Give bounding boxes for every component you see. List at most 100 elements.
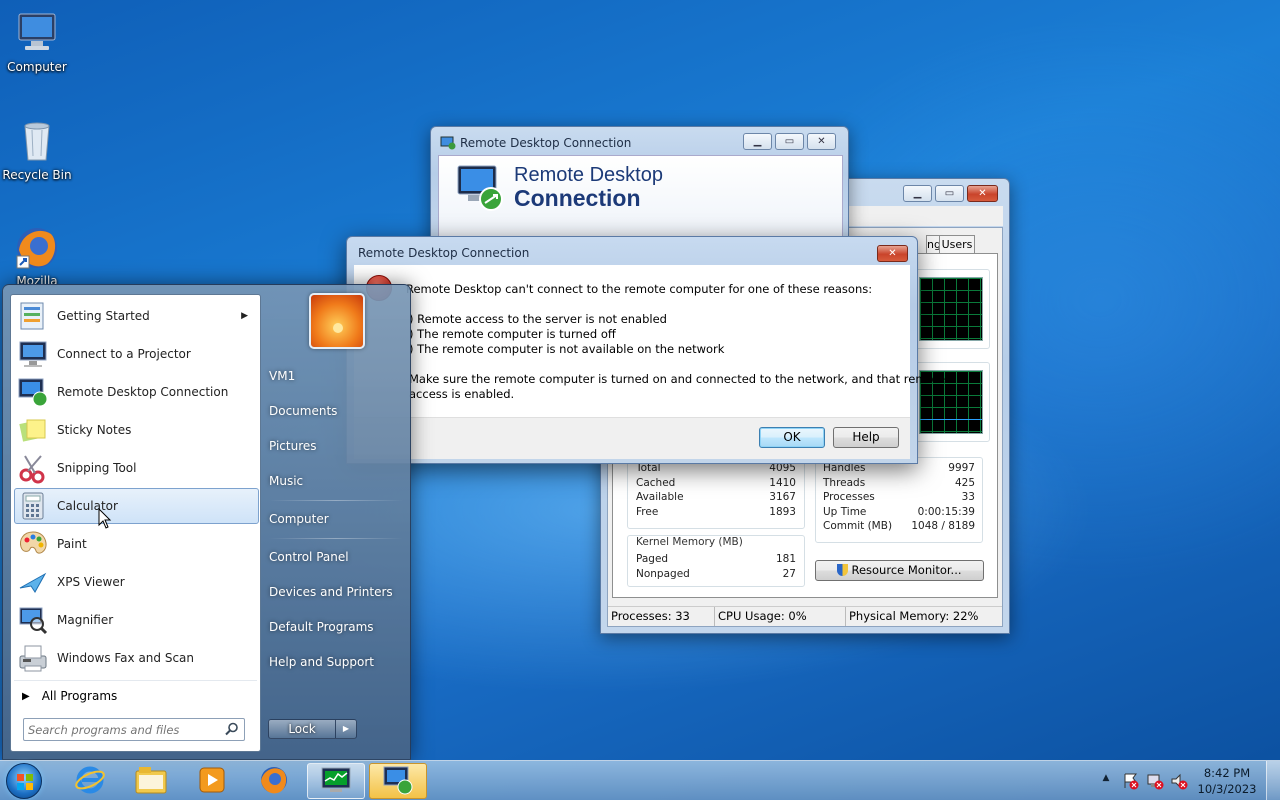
mouse-cursor-icon: [98, 507, 112, 530]
error-message-intro: Remote Desktop can't connect to the remo…: [406, 282, 873, 296]
start-right-separator: [269, 538, 403, 539]
calculator-icon: [17, 490, 49, 522]
start-right-computer[interactable]: Computer: [269, 512, 329, 526]
help-button[interactable]: Help: [833, 427, 899, 448]
volume-icon[interactable]: [1170, 772, 1188, 790]
start-search-box[interactable]: [23, 718, 245, 741]
network-icon[interactable]: [1146, 772, 1164, 790]
close-button[interactable]: ✕: [807, 133, 836, 150]
minimize-icon: ▁: [913, 188, 922, 199]
lock-options-button[interactable]: ▶: [336, 719, 357, 739]
resource-monitor-label: Resource Monitor...: [851, 563, 962, 577]
close-icon: ✕: [817, 136, 826, 147]
rdc-window: Remote Desktop Connection ▁ ▭ ✕ Remote D…: [430, 126, 849, 244]
stat-row: Available 3167: [636, 491, 796, 503]
start-right-documents[interactable]: Documents: [269, 404, 337, 418]
minimize-button[interactable]: ▁: [903, 185, 932, 202]
stat-row: Cached 1410: [636, 476, 796, 489]
paint-palette-icon: [17, 528, 49, 560]
search-icon[interactable]: [225, 722, 239, 736]
tab-users[interactable]: Users: [939, 235, 975, 253]
start-right-devices[interactable]: Devices and Printers: [269, 585, 393, 599]
desktop-icon-recycle-bin[interactable]: Recycle Bin: [0, 116, 75, 182]
lock-label: Lock: [288, 722, 316, 736]
tray-clock[interactable]: 8:42 PM 10/3/2023: [1194, 765, 1260, 797]
desktop-icon-label: Recycle Bin: [2, 168, 72, 182]
flower-icon: [333, 323, 343, 333]
error-advice-line2: access is enabled.: [409, 387, 515, 401]
rdc-window-small-icon: [440, 136, 456, 150]
ok-button[interactable]: OK: [759, 427, 825, 448]
remote-desktop-icon: [382, 765, 414, 798]
program-fax-scan[interactable]: Windows Fax and Scan: [14, 640, 259, 676]
all-programs-button[interactable]: ▶ All Programs: [14, 683, 259, 709]
program-sticky-notes[interactable]: Sticky Notes: [14, 412, 259, 448]
show-desktop-button[interactable]: [1266, 761, 1280, 800]
show-hidden-icons-button[interactable]: ▲: [1100, 773, 1112, 787]
program-snipping-tool[interactable]: Snipping Tool: [14, 450, 259, 486]
program-remote-desktop[interactable]: Remote Desktop Connection: [14, 374, 259, 410]
start-menu-separator: [14, 680, 257, 681]
taskbar-ie-button[interactable]: [61, 763, 119, 799]
user-picture[interactable]: [309, 293, 365, 349]
close-button[interactable]: ✕: [967, 185, 998, 202]
desktop-icon-firefox[interactable]: Mozilla: [0, 222, 75, 288]
all-programs-label: All Programs: [41, 689, 118, 703]
program-magnifier[interactable]: Magnifier: [14, 602, 259, 638]
submenu-arrow-icon: ▶: [241, 311, 248, 321]
kernel-memory-group: Kernel Memory (MB) Paged 181 Nonpaged 27: [627, 535, 805, 587]
stat-row: Nonpaged 27: [636, 567, 796, 580]
rdc-banner-line1: Remote Desktop: [514, 164, 663, 186]
start-right-music[interactable]: Music: [269, 474, 303, 488]
start-right-default-programs[interactable]: Default Programs: [269, 620, 374, 634]
desktop-icon-computer[interactable]: Computer: [0, 8, 75, 74]
start-search-input[interactable]: [28, 721, 218, 738]
lock-button[interactable]: Lock: [268, 719, 336, 739]
error-dialog-title: Remote Desktop Connection: [358, 246, 530, 260]
maximize-button[interactable]: ▭: [775, 133, 804, 150]
action-center-icon[interactable]: [1122, 772, 1140, 790]
program-connect-projector[interactable]: Connect to a Projector: [14, 336, 259, 372]
program-calculator[interactable]: Calculator: [14, 488, 259, 524]
taskbar-explorer-button[interactable]: [122, 763, 180, 799]
tab-networking[interactable]: ng: [926, 235, 941, 253]
task-manager-icon: [320, 766, 352, 797]
taskbar-rdc-button[interactable]: [369, 763, 427, 799]
kernel-memory-title: Kernel Memory (MB): [636, 536, 743, 548]
program-label: Sticky Notes: [57, 423, 132, 437]
start-right-user[interactable]: VM1: [269, 369, 295, 383]
clock-time: 8:42 PM: [1203, 766, 1251, 780]
taskbar-media-player-button[interactable]: [183, 763, 241, 799]
program-xps-viewer[interactable]: XPS Viewer: [14, 564, 259, 600]
internet-explorer-icon: [74, 764, 106, 799]
program-paint[interactable]: Paint: [14, 526, 259, 562]
media-player-icon: [197, 765, 227, 798]
start-right-separator: [269, 500, 403, 501]
error-dialog-body: Remote Desktop can't connect to the remo…: [354, 265, 945, 417]
program-getting-started[interactable]: Getting Started ▶: [14, 298, 259, 334]
stat-row: Processes 33: [823, 491, 975, 503]
system-group: Handles 9997 Threads 425 Processes 33 Up Ti…: [815, 457, 983, 543]
taskbar-firefox-button[interactable]: [245, 763, 303, 799]
close-button[interactable]: ✕: [877, 245, 908, 262]
getting-started-icon: [17, 300, 49, 332]
start-right-control-panel[interactable]: Control Panel: [269, 550, 349, 564]
maximize-icon: ▭: [944, 188, 955, 199]
taskbar-task-manager-button[interactable]: [307, 763, 365, 799]
error-advice-line1: Make sure the remote computer is turned …: [409, 372, 946, 386]
shield-icon: [837, 564, 849, 576]
start-right-help[interactable]: Help and Support: [269, 655, 374, 669]
minimize-button[interactable]: ▁: [743, 133, 772, 150]
program-label: XPS Viewer: [57, 575, 125, 589]
firefox-icon: [13, 222, 61, 270]
all-programs-arrow-icon: ▶: [22, 690, 30, 702]
rdc-banner-line2: Connection: [514, 185, 641, 211]
start-right-pictures[interactable]: Pictures: [269, 439, 317, 453]
resource-monitor-button[interactable]: Resource Monitor...: [815, 560, 984, 581]
start-button[interactable]: [4, 762, 46, 800]
rdc-banner: Remote Desktop Connection: [438, 155, 843, 243]
maximize-button[interactable]: ▭: [935, 185, 964, 202]
tab-users-label: Users: [941, 238, 973, 251]
taskbar: ▲ 8:42 PM 10/3/2023: [0, 760, 1280, 800]
stat-row: Up Time 0:00:15:39: [823, 505, 975, 518]
